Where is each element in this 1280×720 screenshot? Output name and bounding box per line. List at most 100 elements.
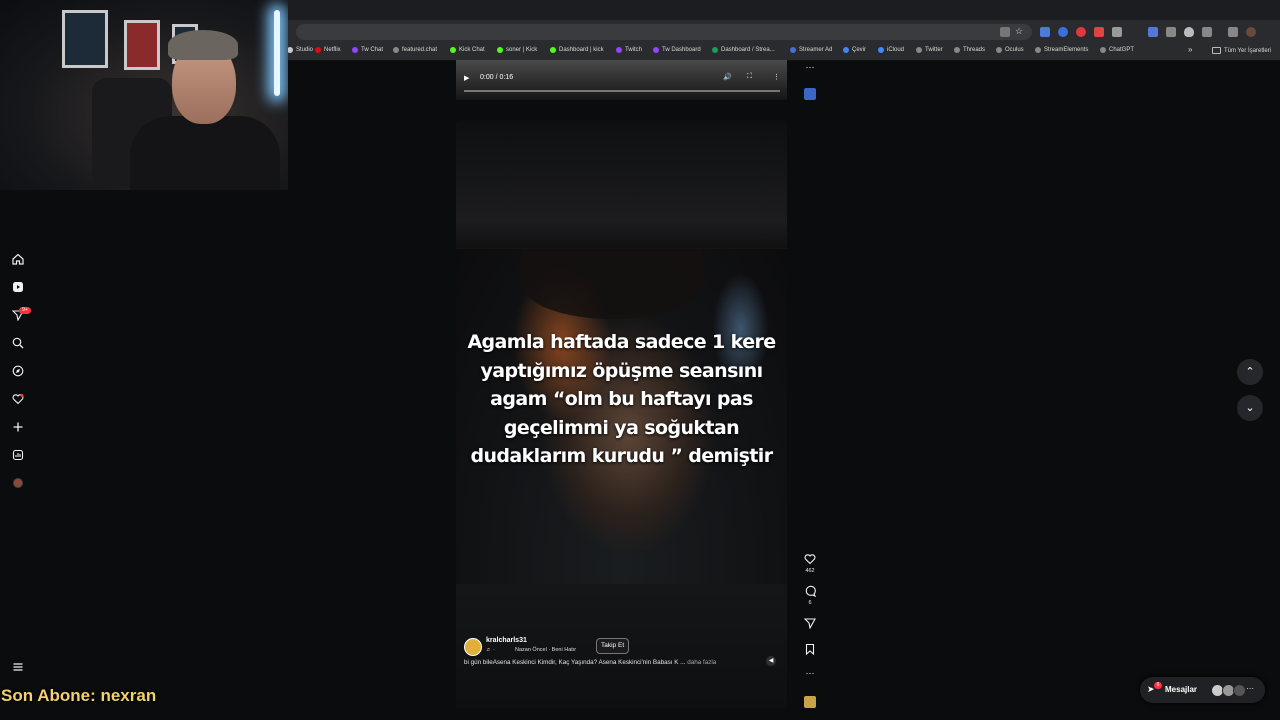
fullscreen-icon[interactable]: ⛶ — [747, 73, 752, 81]
caption-line: geçelimmi ya soğuktan — [503, 416, 740, 439]
reel-description: bi gün bileAsena Keskinci Kimdir, Kaç Ya… — [464, 659, 716, 666]
caption-line: Agamla haftada sadece 1 kere — [467, 331, 776, 353]
extension-icon[interactable] — [1112, 27, 1122, 37]
contact-avatar — [1233, 684, 1246, 697]
reels-icon[interactable] — [11, 280, 25, 294]
address-bar[interactable] — [296, 24, 1032, 40]
home-icon[interactable] — [11, 252, 25, 266]
bookmark-item[interactable]: Streamer Ad — [790, 47, 832, 53]
bookmark-label: Studio — [296, 47, 314, 53]
bookmark-favicon-icon — [790, 47, 796, 53]
bookmark-item[interactable]: Dashboard | kick — [550, 47, 604, 53]
bookmark-item[interactable]: Twitter — [916, 47, 943, 53]
bookmark-label: featured.chat — [402, 47, 438, 53]
music-note-icon: ♬ · — [486, 647, 495, 653]
bookmark-label: Çevir — [852, 47, 867, 53]
menu-icon[interactable] — [1228, 27, 1238, 37]
bookmark-label: Oculus — [1005, 47, 1024, 53]
extension-icon[interactable] — [1076, 27, 1086, 37]
previous-reel-button[interactable]: ⌃ — [1237, 359, 1263, 385]
music-title[interactable]: Nazan Öncel · Beni Hatır — [515, 647, 576, 653]
bookmark-item[interactable]: Tw Chat — [352, 47, 383, 53]
bookmark-icon[interactable] — [803, 643, 817, 658]
audio-thumbnail-icon[interactable] — [804, 696, 816, 708]
share-icon[interactable] — [803, 617, 817, 632]
puzzle-icon[interactable] — [1202, 27, 1212, 37]
bookmark-item[interactable]: Kick Chat — [450, 47, 485, 53]
play-icon[interactable]: ▶ — [464, 74, 469, 82]
bookmark-favicon-icon — [450, 47, 456, 53]
explore-icon[interactable] — [11, 364, 25, 378]
shield-icon[interactable] — [1184, 27, 1194, 37]
more-dots-icon[interactable]: ⋯ — [1246, 684, 1254, 693]
dashboard-icon[interactable] — [11, 448, 25, 462]
bookmark-item[interactable]: Çevir — [843, 47, 866, 53]
all-bookmarks-button[interactable]: Tüm Yer İşaretleri — [1212, 47, 1271, 54]
reel-top-blur — [456, 120, 787, 248]
bookmark-item[interactable]: ChatGPT — [1100, 47, 1134, 53]
install-app-icon[interactable] — [1000, 27, 1010, 37]
bookmark-item[interactable]: Oculus — [996, 47, 1024, 53]
extension-icon[interactable] — [1058, 27, 1068, 37]
bookmark-favicon-icon — [916, 47, 922, 53]
video-menu-icon[interactable]: ⋮ — [773, 73, 780, 81]
bookmark-label: Kick Chat — [459, 47, 485, 53]
more-link[interactable]: daha fazla — [687, 659, 716, 666]
video-progress-bar[interactable] — [464, 90, 780, 92]
caption-line: dudaklarım kurudu ” demiştir — [470, 445, 774, 467]
video-time: 0:00 / 0:16 — [480, 74, 514, 81]
extension-icon[interactable] — [1040, 27, 1050, 37]
comment-icon[interactable] — [803, 585, 817, 600]
extension-icon[interactable] — [1148, 27, 1158, 37]
bookmark-item[interactable]: iCloud — [878, 47, 904, 53]
bookmarks-overflow-button[interactable]: » — [1188, 45, 1192, 54]
author-avatar[interactable] — [464, 638, 482, 656]
reel-card[interactable]: Agamla haftada sadece 1 kere yaptığımız … — [456, 120, 787, 708]
wall-picture-frame — [124, 20, 160, 70]
last-subscriber-text: Son Abone: nexran — [1, 686, 157, 705]
follow-button[interactable]: Takip Et — [596, 638, 630, 654]
all-bookmarks-label: Tüm Yer İşaretleri — [1224, 47, 1272, 54]
star-icon[interactable]: ☆ — [1015, 26, 1025, 36]
extension-icon[interactable] — [1166, 27, 1176, 37]
profile-avatar-icon[interactable] — [11, 476, 25, 490]
create-plus-icon[interactable] — [11, 420, 25, 434]
bookmark-item[interactable]: Studio — [287, 47, 313, 53]
more-options-icon[interactable]: ⋯ — [803, 668, 817, 679]
bookmark-item[interactable]: Threads — [954, 47, 985, 53]
bookmark-favicon-icon — [954, 47, 960, 53]
volume-icon[interactable]: 🔊 — [723, 73, 732, 81]
more-menu-icon[interactable] — [11, 660, 25, 674]
like-heart-icon[interactable] — [803, 553, 817, 568]
caption-line: agam “olm bu haftayı pas — [490, 388, 753, 410]
bookmark-favicon-icon — [1100, 47, 1106, 53]
messages-label: Mesajlar — [1165, 685, 1198, 694]
extension-icon[interactable] — [1094, 27, 1104, 37]
bookmark-favicon-icon — [616, 47, 622, 53]
heart-notifications-icon[interactable] — [11, 392, 25, 406]
mute-icon[interactable]: ◀ — [766, 656, 776, 666]
folder-icon — [1212, 47, 1221, 54]
bookmark-item[interactable]: soner | Kick — [497, 47, 537, 53]
notification-badge: 9+ — [19, 307, 31, 314]
caption-line: yaptığımız öpüşme seansını — [480, 359, 763, 382]
search-icon[interactable] — [11, 336, 25, 350]
like-count: 462 — [805, 568, 815, 574]
bookmark-item[interactable]: StreamElements — [1035, 47, 1088, 53]
bookmark-item[interactable]: Dashboard / Strea... — [712, 47, 775, 53]
bookmark-favicon-icon — [1035, 47, 1041, 53]
reel-caption-overlay: Agamla haftada sadece 1 kere yaptığımız … — [466, 328, 777, 471]
bookmark-favicon-icon — [550, 47, 556, 53]
author-username[interactable]: kralcharls31 — [486, 637, 527, 644]
audio-thumbnail-icon[interactable] — [804, 88, 816, 100]
bookmark-item[interactable]: featured.chat — [393, 47, 437, 53]
bookmark-item[interactable]: Twitch — [616, 47, 642, 53]
bookmark-item[interactable]: Netflix — [315, 47, 341, 53]
more-options-icon[interactable]: ⋯ — [803, 62, 817, 73]
man-hair-shape — [522, 249, 702, 319]
profile-avatar[interactable] — [1246, 27, 1256, 37]
next-reel-button[interactable]: ⌄ — [1237, 395, 1263, 421]
bookmark-favicon-icon — [352, 47, 358, 53]
description-text: bi gün bileAsena Keskinci Kimdir, Kaç Ya… — [464, 659, 686, 666]
bookmark-item[interactable]: Tw Dashboard — [653, 47, 701, 53]
